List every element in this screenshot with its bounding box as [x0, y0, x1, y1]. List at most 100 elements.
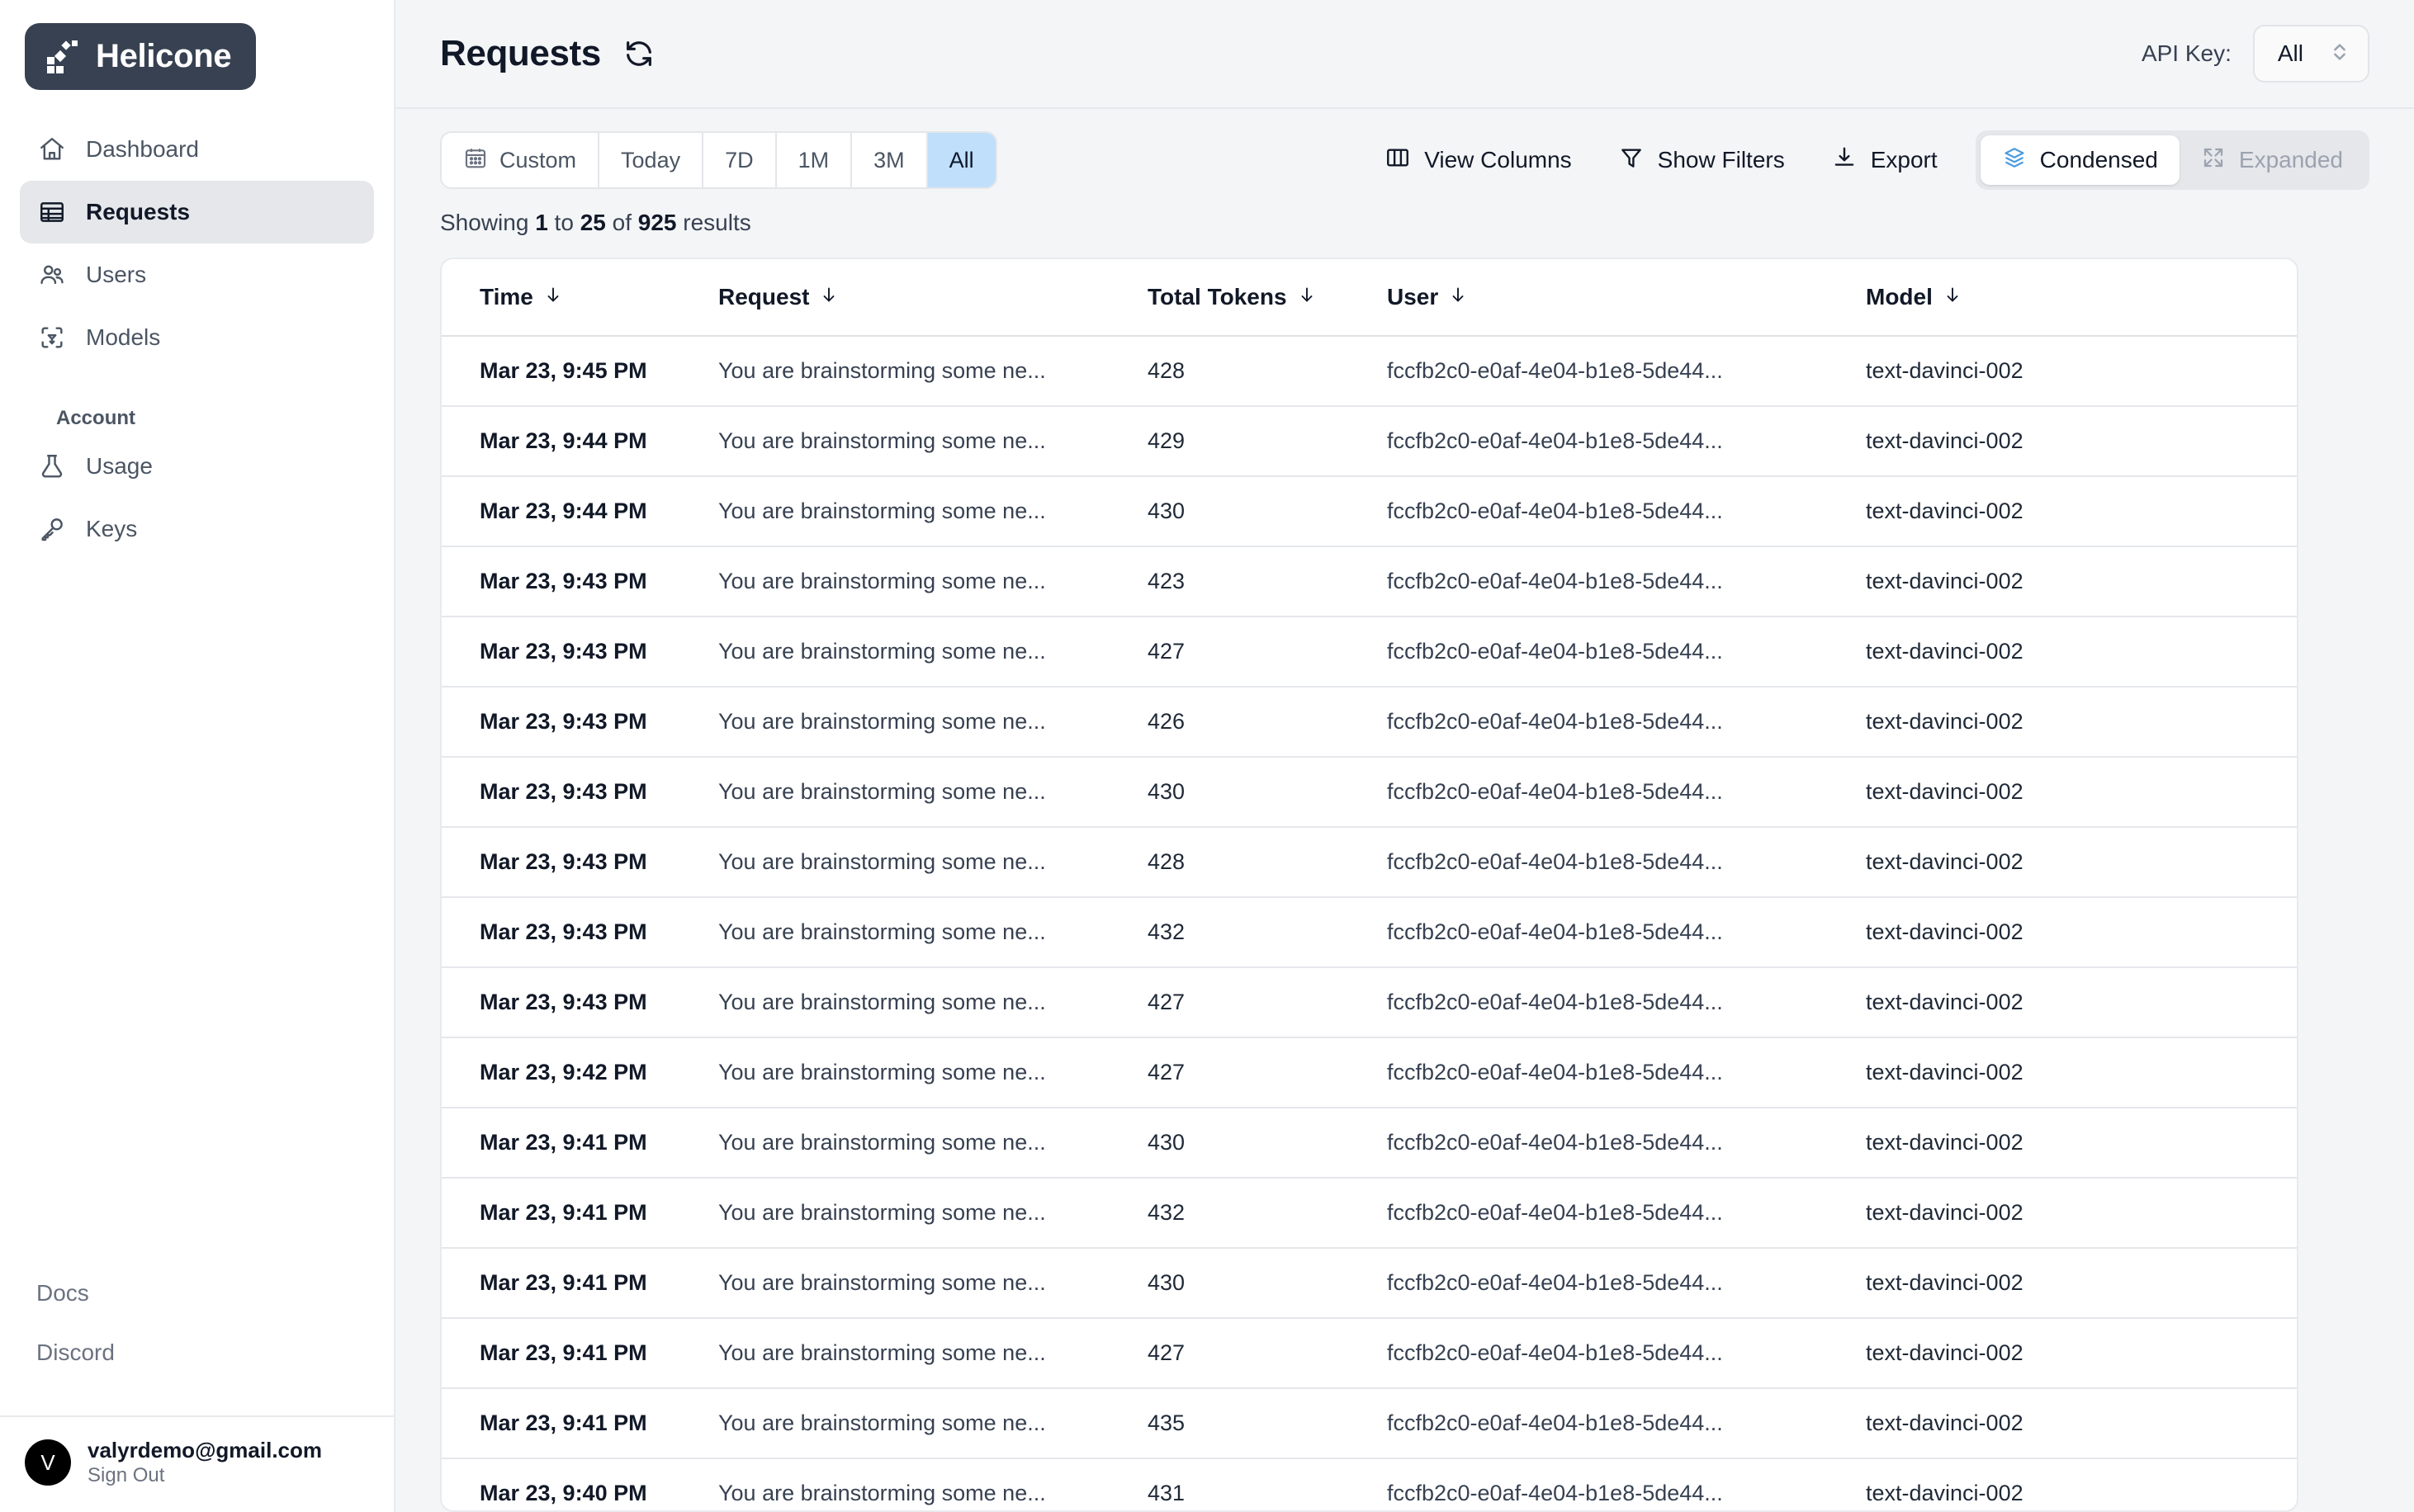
brand-logo[interactable]: Helicone — [25, 23, 256, 90]
cell-model: text-davinci-002 — [1866, 687, 2297, 757]
arrow-down-icon — [1297, 284, 1317, 310]
table-body: Mar 23, 9:45 PM You are brainstorming som… — [442, 336, 2297, 1512]
view-columns-button[interactable]: View Columns — [1361, 131, 1594, 189]
beaker-icon — [36, 451, 68, 482]
sidebar-item-label: Dashboard — [86, 136, 199, 163]
cell-time: Mar 23, 9:43 PM — [442, 757, 718, 827]
column-header-user[interactable]: User — [1387, 259, 1866, 336]
cell-request: You are brainstorming some ne... — [718, 757, 1148, 827]
table-row[interactable]: Mar 23, 9:41 PMYou are brainstorming som… — [442, 1178, 2297, 1248]
column-header-model[interactable]: Model — [1866, 259, 2297, 336]
time-range-today[interactable]: Today — [599, 133, 703, 187]
table-row[interactable]: Mar 23, 9:41 PMYou are brainstorming som… — [442, 1318, 2297, 1388]
cell-tokens: 428 — [1148, 827, 1387, 897]
cell-model: text-davinci-002 — [1866, 336, 2297, 406]
table-row[interactable]: Mar 23, 9:41 PMYou are brainstorming som… — [442, 1388, 2297, 1458]
chevron-up-down-icon — [2328, 38, 2351, 70]
cell-user: fccfb2c0-e0af-4e04-b1e8-5de44... — [1387, 827, 1866, 897]
table-row[interactable]: Mar 23, 9:43 PMYou are brainstorming som… — [442, 967, 2297, 1037]
sidebar-link-discord[interactable]: Discord — [20, 1323, 374, 1382]
sidebar-item-label: Keys — [86, 516, 137, 542]
results-from: 1 — [535, 210, 548, 235]
app-root: Helicone Dashboard Reque — [0, 0, 2414, 1512]
cell-request: You are brainstorming some ne... — [718, 967, 1148, 1037]
sidebar-item-dashboard[interactable]: Dashboard — [20, 118, 374, 181]
brand-name: Helicone — [96, 38, 231, 75]
logo-container: Helicone — [0, 0, 394, 90]
table-row[interactable]: Mar 23, 9:43 PMYou are brainstorming som… — [442, 687, 2297, 757]
cell-request: You are brainstorming some ne... — [718, 687, 1148, 757]
arrow-down-icon — [1943, 284, 1962, 310]
api-key-select[interactable]: All — [2253, 25, 2369, 83]
column-label: Total Tokens — [1148, 284, 1287, 310]
cell-time: Mar 23, 9:40 PM — [442, 1458, 718, 1512]
page-title: Requests — [440, 33, 601, 74]
cell-time: Mar 23, 9:44 PM — [442, 476, 718, 546]
requests-table: Time Request Total Tokens User — [442, 259, 2297, 1512]
export-button[interactable]: Export — [1808, 131, 1961, 189]
cell-model: text-davinci-002 — [1866, 1248, 2297, 1318]
table-row[interactable]: Mar 23, 9:41 PMYou are brainstorming som… — [442, 1108, 2297, 1178]
cell-request: You are brainstorming some ne... — [718, 1178, 1148, 1248]
api-key-value: All — [2278, 40, 2303, 67]
helicone-squares-logo-icon — [45, 39, 81, 75]
density-condensed-label: Condensed — [2040, 147, 2158, 173]
cell-time: Mar 23, 9:43 PM — [442, 617, 718, 687]
home-icon — [36, 134, 68, 165]
cell-time: Mar 23, 9:41 PM — [442, 1318, 718, 1388]
sidebar-item-label: Users — [86, 262, 146, 288]
table-row[interactable]: Mar 23, 9:43 PMYou are brainstorming som… — [442, 827, 2297, 897]
column-header-total-tokens[interactable]: Total Tokens — [1148, 259, 1387, 336]
results-to: 25 — [580, 210, 606, 235]
table-row[interactable]: Mar 23, 9:45 PMYou are brainstorming som… — [442, 336, 2297, 406]
time-range-7d[interactable]: 7D — [703, 133, 777, 187]
cell-user: fccfb2c0-e0af-4e04-b1e8-5de44... — [1387, 1248, 1866, 1318]
cell-time: Mar 23, 9:44 PM — [442, 406, 718, 476]
table-row[interactable]: Mar 23, 9:43 PMYou are brainstorming som… — [442, 617, 2297, 687]
account-details: valyrdemo@gmail.com Sign Out — [88, 1439, 322, 1487]
cell-request: You are brainstorming some ne... — [718, 1318, 1148, 1388]
time-range-custom[interactable]: Custom — [442, 133, 599, 187]
cell-tokens: 430 — [1148, 1248, 1387, 1318]
table-row[interactable]: Mar 23, 9:43 PMYou are brainstorming som… — [442, 757, 2297, 827]
column-header-request[interactable]: Request — [718, 259, 1148, 336]
density-expanded-button[interactable]: Expanded — [2180, 135, 2364, 185]
show-filters-button[interactable]: Show Filters — [1595, 131, 1808, 189]
cell-time: Mar 23, 9:42 PM — [442, 1037, 718, 1108]
table-row[interactable]: Mar 23, 9:44 PMYou are brainstorming som… — [442, 476, 2297, 546]
sign-out-button[interactable]: Sign Out — [88, 1464, 322, 1487]
avatar[interactable]: V — [25, 1439, 71, 1486]
results-mid1: to — [548, 210, 580, 235]
density-condensed-button[interactable]: Condensed — [1981, 135, 2180, 185]
cell-time: Mar 23, 9:41 PM — [442, 1108, 718, 1178]
table-row[interactable]: Mar 23, 9:42 PMYou are brainstorming som… — [442, 1037, 2297, 1108]
cell-time: Mar 23, 9:41 PM — [442, 1388, 718, 1458]
table-row[interactable]: Mar 23, 9:40 PMYou are brainstorming som… — [442, 1458, 2297, 1512]
expand-arrows-icon — [2201, 145, 2226, 176]
cell-tokens: 423 — [1148, 546, 1387, 617]
sidebar-item-models[interactable]: Models — [20, 306, 374, 369]
refresh-icon[interactable] — [621, 35, 657, 72]
table-row[interactable]: Mar 23, 9:43 PMYou are brainstorming som… — [442, 897, 2297, 967]
table-row[interactable]: Mar 23, 9:43 PMYou are brainstorming som… — [442, 546, 2297, 617]
table-row[interactable]: Mar 23, 9:41 PMYou are brainstorming som… — [442, 1248, 2297, 1318]
cell-time: Mar 23, 9:45 PM — [442, 336, 718, 406]
cell-time: Mar 23, 9:43 PM — [442, 546, 718, 617]
density-toggle: Condensed Expanded — [1976, 130, 2369, 190]
time-range-3m[interactable]: 3M — [852, 133, 928, 187]
primary-nav: Dashboard Requests — [0, 118, 394, 560]
cell-tokens: 427 — [1148, 1037, 1387, 1108]
column-header-time[interactable]: Time — [442, 259, 718, 336]
page-header: Requests API Key: All — [395, 0, 2414, 109]
table-row[interactable]: Mar 23, 9:44 PMYou are brainstorming som… — [442, 406, 2297, 476]
time-range-all[interactable]: All — [928, 133, 996, 187]
sidebar-item-usage[interactable]: Usage — [20, 435, 374, 498]
time-range-1m[interactable]: 1M — [777, 133, 853, 187]
cell-time: Mar 23, 9:43 PM — [442, 897, 718, 967]
cell-user: fccfb2c0-e0af-4e04-b1e8-5de44... — [1387, 1458, 1866, 1512]
sidebar-item-users[interactable]: Users — [20, 243, 374, 306]
sidebar-link-docs[interactable]: Docs — [20, 1264, 374, 1323]
sidebar-item-requests[interactable]: Requests — [20, 181, 374, 243]
sidebar-item-keys[interactable]: Keys — [20, 498, 374, 560]
view-columns-label: View Columns — [1424, 147, 1571, 173]
